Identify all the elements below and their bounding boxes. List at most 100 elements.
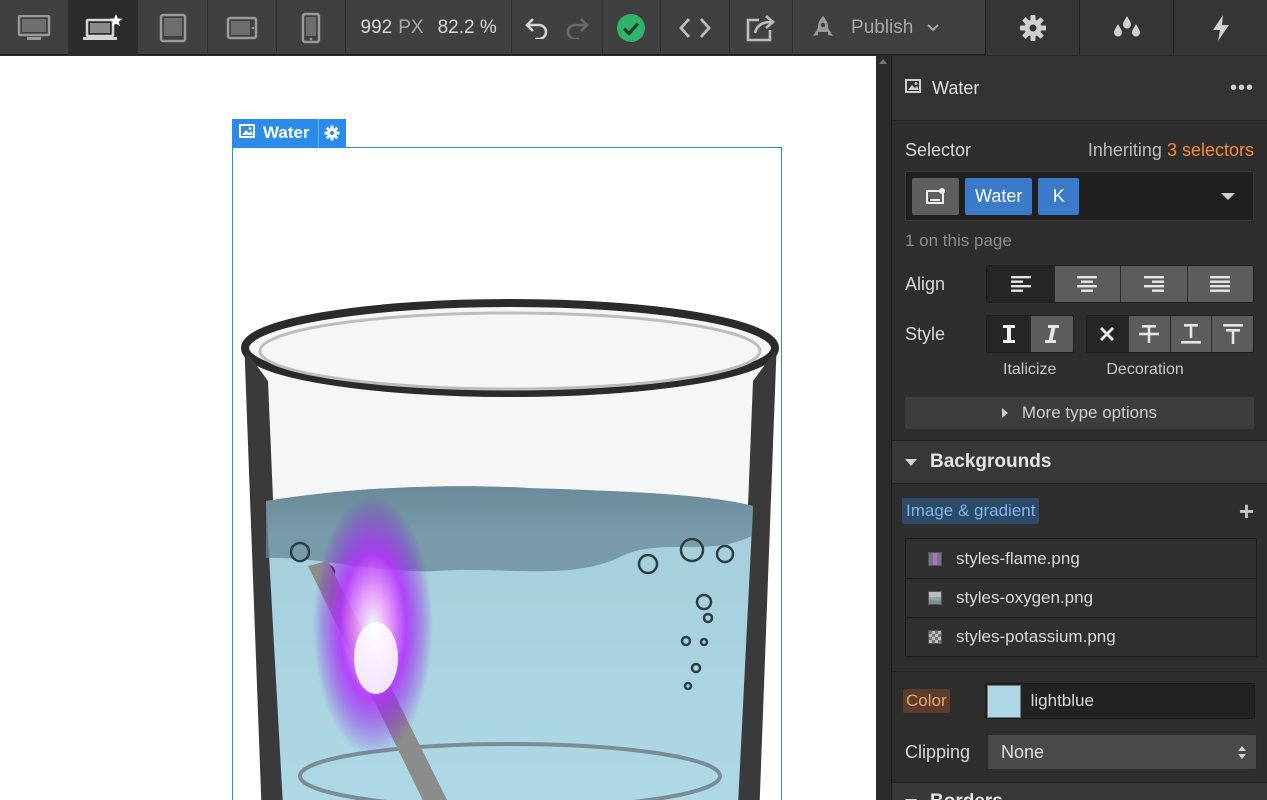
gear-icon[interactable] bbox=[985, 0, 1080, 55]
italicize-label: Italicize bbox=[1003, 361, 1057, 378]
selector-label: Selector bbox=[905, 139, 972, 160]
laptop-star-icon[interactable] bbox=[69, 0, 139, 55]
publish-button[interactable]: Publish bbox=[793, 0, 985, 55]
clipping-row: Clipping None bbox=[892, 730, 1267, 774]
clipping-label: Clipping bbox=[905, 741, 971, 762]
scroll-up-arrow-icon[interactable] bbox=[879, 59, 887, 64]
color-value: lightblue bbox=[1030, 691, 1094, 710]
selector-chip-water[interactable]: Water bbox=[965, 177, 1033, 215]
more-type-options-label: More type options bbox=[1021, 403, 1158, 422]
italic-off-icon[interactable] bbox=[987, 316, 1030, 352]
background-layer-potassium[interactable]: styles-potassium.png bbox=[906, 617, 1256, 656]
backgrounds-section-header[interactable]: Backgrounds bbox=[892, 440, 1267, 484]
element-name: Water bbox=[263, 123, 310, 142]
element-settings-gear-icon[interactable] bbox=[317, 119, 346, 147]
borders-section-header[interactable]: Borders bbox=[892, 782, 1267, 800]
italic-on-icon[interactable] bbox=[1029, 316, 1073, 352]
layer-filename: styles-potassium.png bbox=[956, 627, 1116, 646]
publish-label: Publish bbox=[851, 16, 914, 38]
image-icon bbox=[905, 78, 921, 98]
italicize-control bbox=[986, 315, 1074, 353]
color-label[interactable]: Color bbox=[903, 689, 950, 713]
code-icon[interactable] bbox=[661, 0, 730, 55]
clipping-value: None bbox=[1001, 741, 1045, 762]
style-row: Style bbox=[905, 315, 1254, 353]
style-panel: Water ••• Selector Inheriting 3 selector… bbox=[891, 56, 1267, 800]
panel-header: Water ••• bbox=[892, 56, 1267, 121]
on-page-count: 1 on this page bbox=[905, 231, 1012, 250]
desktop-icon[interactable] bbox=[0, 0, 70, 55]
element-state-icon[interactable] bbox=[912, 177, 959, 215]
underline-icon[interactable] bbox=[1169, 316, 1212, 352]
caret-down-icon bbox=[905, 458, 917, 466]
selection-outline bbox=[232, 147, 782, 800]
align-control bbox=[986, 265, 1254, 303]
select-arrows-icon bbox=[1238, 745, 1246, 759]
canvas-size-readout: 992 PX 82.2 % bbox=[346, 0, 513, 55]
color-swatch[interactable] bbox=[986, 684, 1021, 718]
image-icon bbox=[239, 123, 255, 143]
background-layers-list: styles-flame.png styles-oxygen.png style… bbox=[905, 538, 1257, 657]
caret-right-icon bbox=[1001, 408, 1008, 418]
more-options-icon[interactable]: ••• bbox=[1230, 77, 1254, 100]
interactions-bolt-icon[interactable] bbox=[1173, 0, 1267, 55]
clipping-select[interactable]: None bbox=[987, 734, 1257, 770]
strikethrough-icon[interactable] bbox=[1128, 316, 1170, 352]
redo-icon[interactable] bbox=[565, 17, 590, 39]
align-right-icon[interactable] bbox=[1120, 266, 1187, 302]
decoration-label: Decoration bbox=[1106, 361, 1184, 378]
inheriting-count[interactable]: 3 selectors bbox=[1167, 140, 1254, 160]
style-drops-icon[interactable] bbox=[1079, 0, 1174, 55]
align-label: Align bbox=[905, 273, 946, 294]
panel-element-name: Water bbox=[932, 77, 980, 98]
align-left-icon[interactable] bbox=[987, 266, 1054, 302]
inheriting-prefix: Inheriting bbox=[1087, 139, 1162, 160]
decoration-control bbox=[1085, 315, 1254, 353]
background-layer-oxygen[interactable]: styles-oxygen.png bbox=[906, 578, 1256, 617]
zoom-value: 82.2 % bbox=[437, 16, 497, 38]
site-status-check-icon[interactable] bbox=[603, 0, 661, 55]
width-unit: PX bbox=[398, 16, 424, 38]
add-background-plus-icon[interactable]: + bbox=[1239, 498, 1254, 524]
selector-chip-k[interactable]: K bbox=[1038, 177, 1080, 215]
oxygen-thumbnail-icon bbox=[928, 591, 942, 605]
selected-element-badge[interactable]: Water bbox=[232, 119, 346, 147]
layer-filename: styles-flame.png bbox=[956, 548, 1080, 568]
phone-icon[interactable] bbox=[277, 0, 347, 55]
align-center-icon[interactable] bbox=[1053, 266, 1121, 302]
color-input[interactable]: lightblue bbox=[984, 683, 1255, 719]
layer-filename: styles-oxygen.png bbox=[956, 588, 1094, 607]
flame-thumbnail-icon bbox=[928, 551, 942, 566]
selector-dropdown-caret-icon[interactable] bbox=[1221, 192, 1235, 200]
export-icon[interactable] bbox=[730, 0, 794, 55]
width-value: 992 bbox=[360, 16, 393, 38]
background-layer-flame[interactable]: styles-flame.png bbox=[906, 539, 1256, 578]
overline-icon[interactable] bbox=[1211, 316, 1253, 352]
decoration-none-icon[interactable] bbox=[1086, 316, 1129, 352]
panel-tabs bbox=[985, 0, 1267, 55]
selector-section: Selector Inheriting 3 selectors Water K … bbox=[892, 121, 1267, 429]
image-gradient-row: Image & gradient + bbox=[892, 484, 1267, 538]
element-name-tag[interactable]: Water bbox=[232, 119, 318, 147]
rocket-icon bbox=[809, 14, 837, 42]
align-row: Align bbox=[905, 265, 1254, 303]
history-controls bbox=[512, 0, 604, 55]
inheriting-info[interactable]: Inheriting 3 selectors bbox=[1088, 140, 1254, 161]
background-color-row: Color lightblue bbox=[892, 672, 1267, 730]
top-toolbar: 992 PX 82.2 % Publish bbox=[0, 0, 1267, 55]
selector-field[interactable]: Water K bbox=[905, 171, 1254, 221]
backgrounds-title: Backgrounds bbox=[930, 451, 1052, 472]
style-label: Style bbox=[905, 323, 946, 344]
design-canvas[interactable]: Water bbox=[0, 56, 876, 800]
image-gradient-label[interactable]: Image & gradient bbox=[902, 498, 1040, 524]
tablet-landscape-icon[interactable] bbox=[138, 0, 208, 55]
canvas-scrollbar[interactable] bbox=[876, 56, 890, 800]
align-justify-icon[interactable] bbox=[1186, 266, 1253, 302]
tablet-icon[interactable] bbox=[208, 0, 277, 55]
chevron-down-icon bbox=[927, 23, 940, 32]
undo-icon[interactable] bbox=[525, 17, 549, 39]
more-type-options-button[interactable]: More type options bbox=[905, 397, 1254, 429]
potassium-thumbnail-icon bbox=[928, 630, 942, 644]
borders-title: Borders bbox=[930, 791, 1003, 800]
style-sub-labels: Italicize Decoration bbox=[905, 353, 1254, 387]
